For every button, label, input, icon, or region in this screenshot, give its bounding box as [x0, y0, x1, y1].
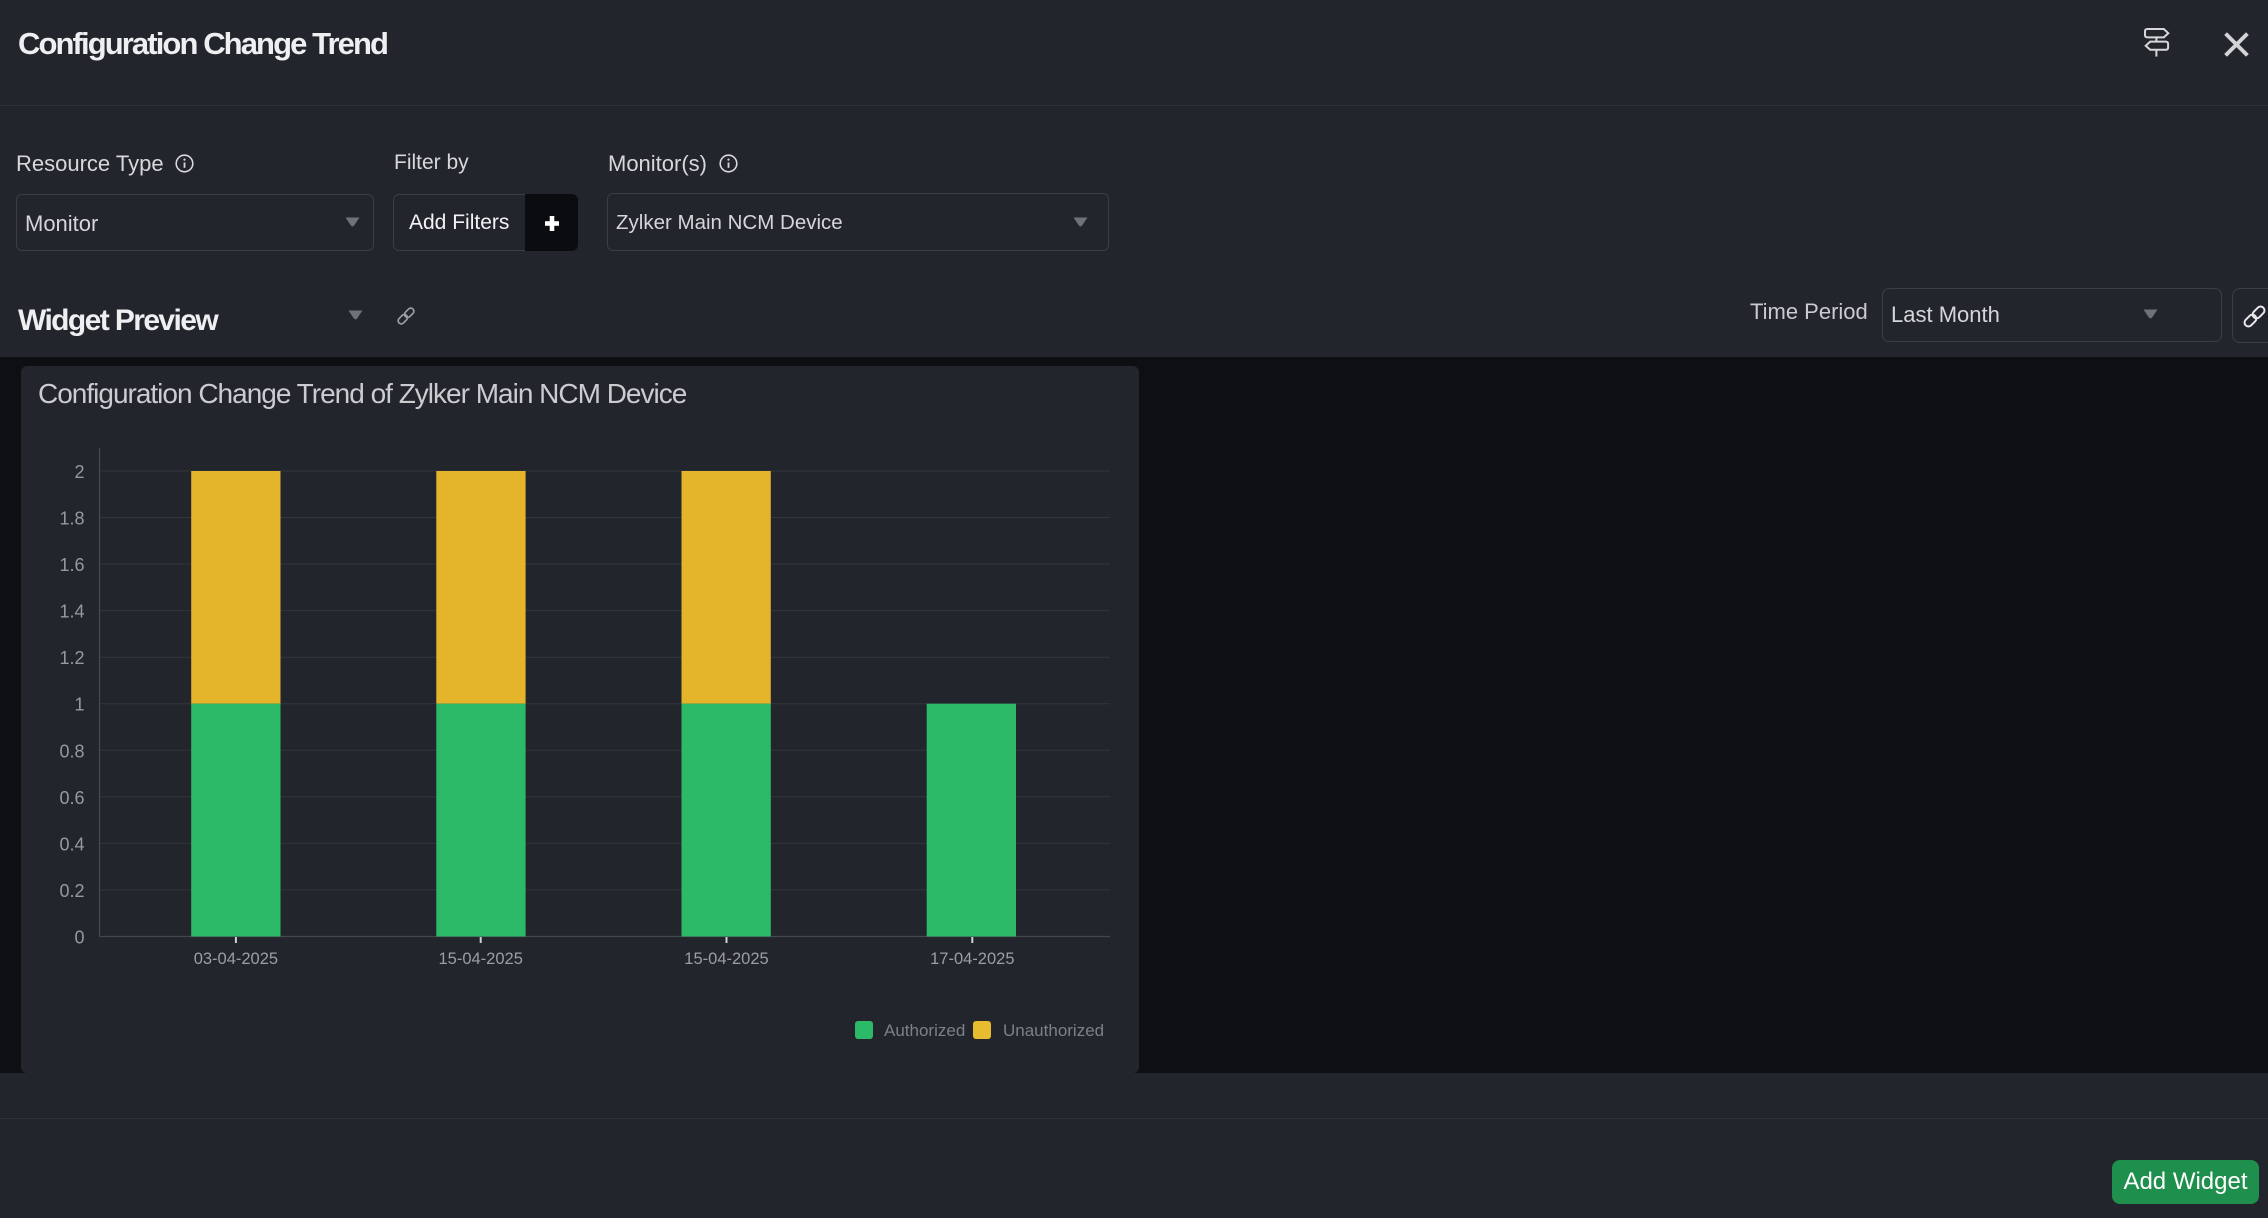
svg-text:2: 2: [74, 462, 84, 482]
svg-text:17-04-2025: 17-04-2025: [930, 950, 1014, 968]
svg-text:1.6: 1.6: [59, 555, 84, 575]
svg-text:0.8: 0.8: [59, 741, 84, 761]
svg-text:1.4: 1.4: [59, 602, 84, 622]
svg-text:15-04-2025: 15-04-2025: [438, 950, 522, 968]
svg-text:15-04-2025: 15-04-2025: [684, 950, 768, 968]
svg-text:0.6: 0.6: [59, 788, 84, 808]
svg-text:0.4: 0.4: [59, 834, 84, 854]
svg-text:1.8: 1.8: [59, 509, 84, 529]
svg-text:0: 0: [74, 928, 84, 948]
svg-text:03-04-2025: 03-04-2025: [194, 950, 278, 968]
svg-text:1.2: 1.2: [59, 648, 84, 668]
svg-text:1: 1: [74, 695, 84, 715]
svg-text:0.2: 0.2: [59, 881, 84, 901]
